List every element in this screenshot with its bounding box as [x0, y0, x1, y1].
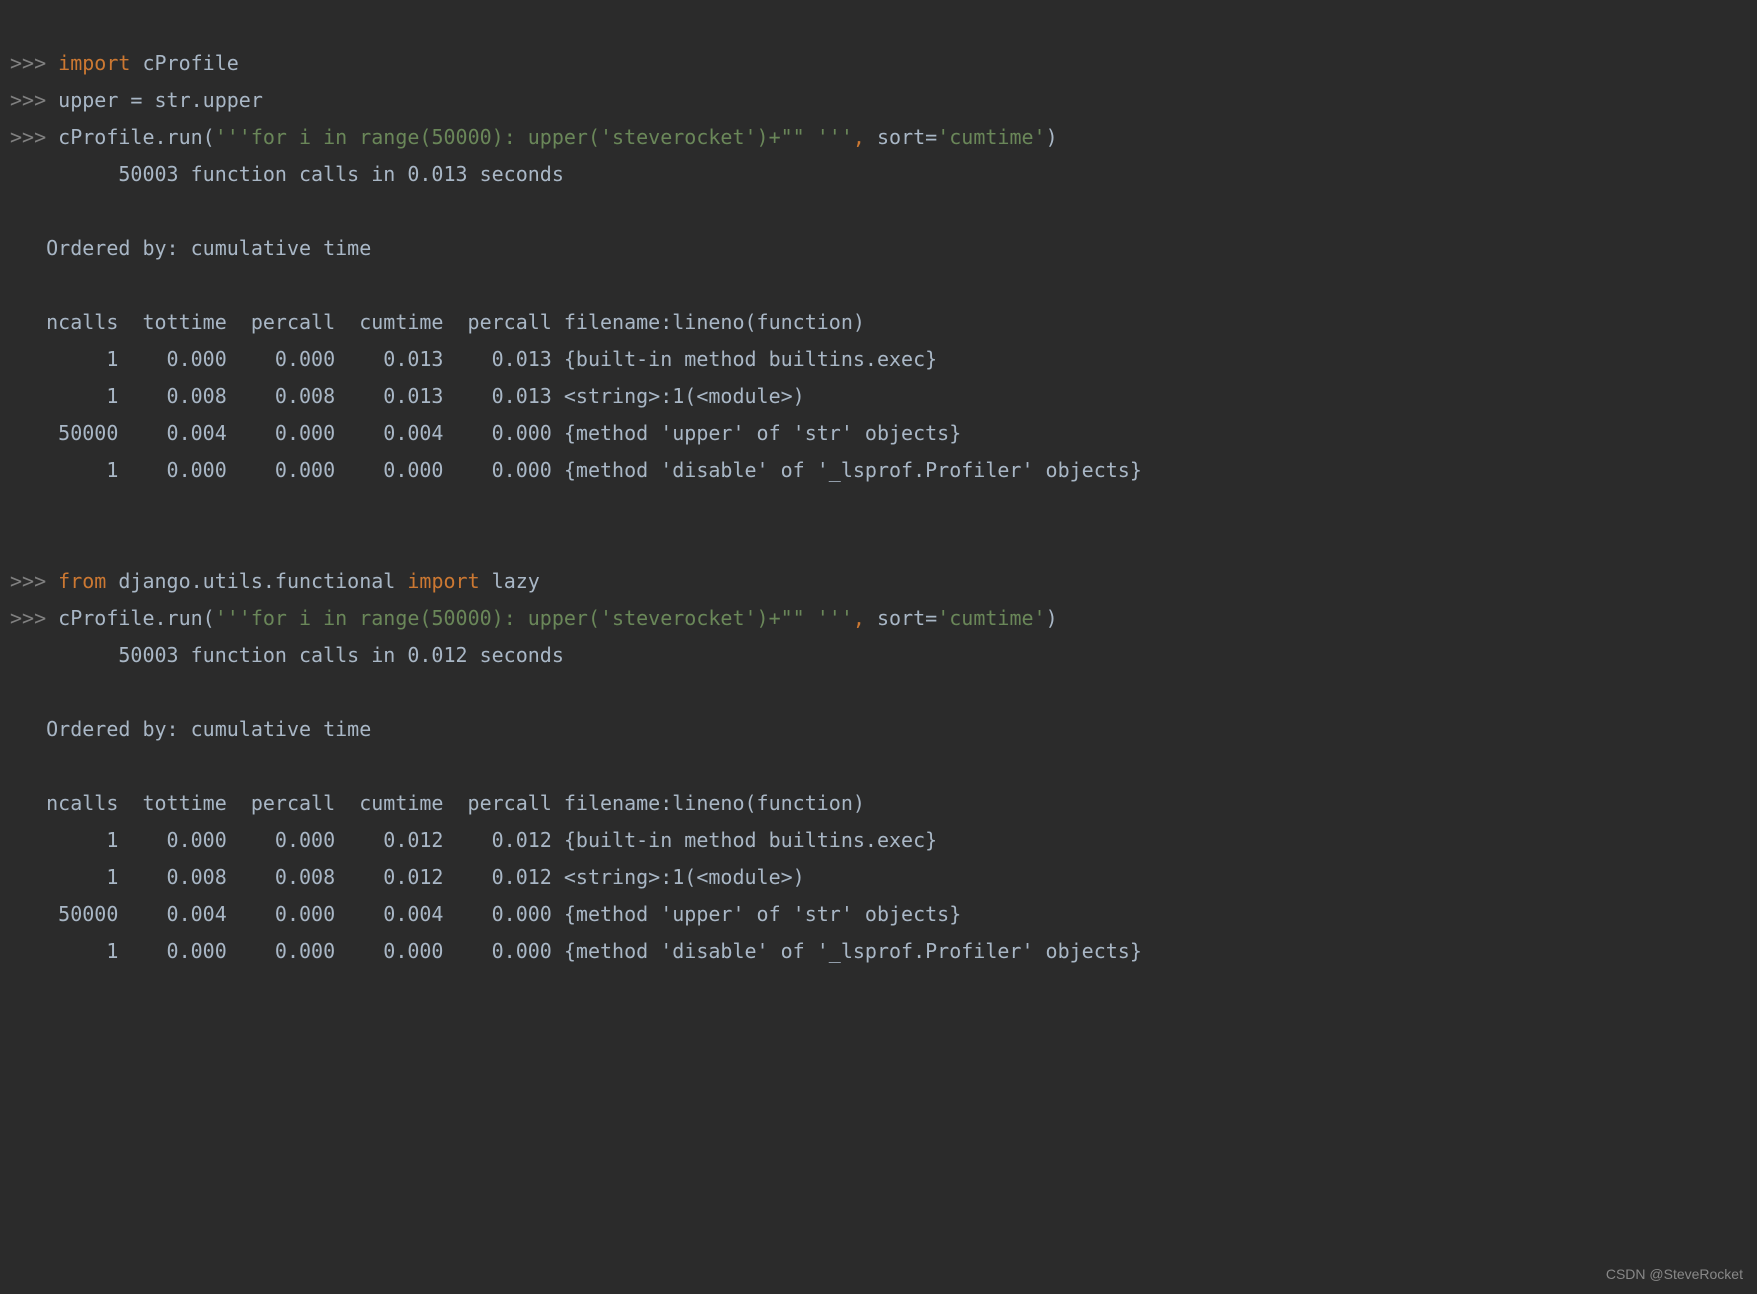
keyword-from: from: [58, 569, 106, 593]
call-prefix: cProfile.run(: [46, 125, 215, 149]
prompt: >>>: [10, 88, 46, 112]
comma: ,: [853, 606, 877, 630]
terminal-output: >>> import cProfile >>> upper = str.uppe…: [0, 0, 1757, 978]
kwarg-name: sort=: [877, 125, 937, 149]
prompt: >>>: [10, 51, 46, 75]
prompt: >>>: [10, 125, 46, 149]
table-header: ncalls tottime percall cumtime percall f…: [10, 310, 865, 334]
prompt: >>>: [10, 606, 46, 630]
imported-name: lazy: [480, 569, 540, 593]
code-line-5: >>> cProfile.run('''for i in range(50000…: [10, 606, 1058, 630]
module-path: django.utils.functional: [106, 569, 407, 593]
blank-line: [10, 754, 22, 778]
code-line-3: >>> cProfile.run('''for i in range(50000…: [10, 125, 1058, 149]
output-ordered-by: Ordered by: cumulative time: [10, 236, 371, 260]
comma: ,: [853, 125, 877, 149]
module-name: cProfile: [130, 51, 238, 75]
close-paren: ): [1046, 125, 1058, 149]
table-row: 1 0.000 0.000 0.012 0.012 {built-in meth…: [10, 828, 937, 852]
close-paren: ): [1046, 606, 1058, 630]
output-summary: 50003 function calls in 0.013 seconds: [10, 162, 564, 186]
keyword-import: import: [58, 51, 130, 75]
output-summary: 50003 function calls in 0.012 seconds: [10, 643, 564, 667]
code-line-1: >>> import cProfile: [10, 51, 239, 75]
prompt: >>>: [10, 569, 46, 593]
keyword-import: import: [407, 569, 479, 593]
blank-line: [10, 495, 22, 519]
string-literal: '''for i in range(50000): upper('stevero…: [215, 125, 853, 149]
table-header: ncalls tottime percall cumtime percall f…: [10, 791, 865, 815]
blank-line: [10, 273, 22, 297]
table-row: 50000 0.004 0.000 0.004 0.000 {method 'u…: [10, 421, 961, 445]
string-literal: '''for i in range(50000): upper('stevero…: [215, 606, 853, 630]
code-line-2: >>> upper = str.upper: [10, 88, 263, 112]
string-literal: 'cumtime': [937, 606, 1045, 630]
table-row: 1 0.000 0.000 0.013 0.013 {built-in meth…: [10, 347, 937, 371]
assignment: upper = str.upper: [46, 88, 263, 112]
table-row: 1 0.008 0.008 0.013 0.013 <string>:1(<mo…: [10, 384, 805, 408]
watermark-text: CSDN @SteveRocket: [1606, 1262, 1743, 1288]
table-row: 1 0.000 0.000 0.000 0.000 {method 'disab…: [10, 939, 1142, 963]
blank-line: [10, 532, 22, 556]
blank-line: [10, 199, 22, 223]
kwarg-name: sort=: [877, 606, 937, 630]
string-literal: 'cumtime': [937, 125, 1045, 149]
blank-line: [10, 680, 22, 704]
table-row: 50000 0.004 0.000 0.004 0.000 {method 'u…: [10, 902, 961, 926]
call-prefix: cProfile.run(: [46, 606, 215, 630]
code-line-4: >>> from django.utils.functional import …: [10, 569, 540, 593]
output-ordered-by: Ordered by: cumulative time: [10, 717, 371, 741]
table-row: 1 0.008 0.008 0.012 0.012 <string>:1(<mo…: [10, 865, 805, 889]
table-row: 1 0.000 0.000 0.000 0.000 {method 'disab…: [10, 458, 1142, 482]
